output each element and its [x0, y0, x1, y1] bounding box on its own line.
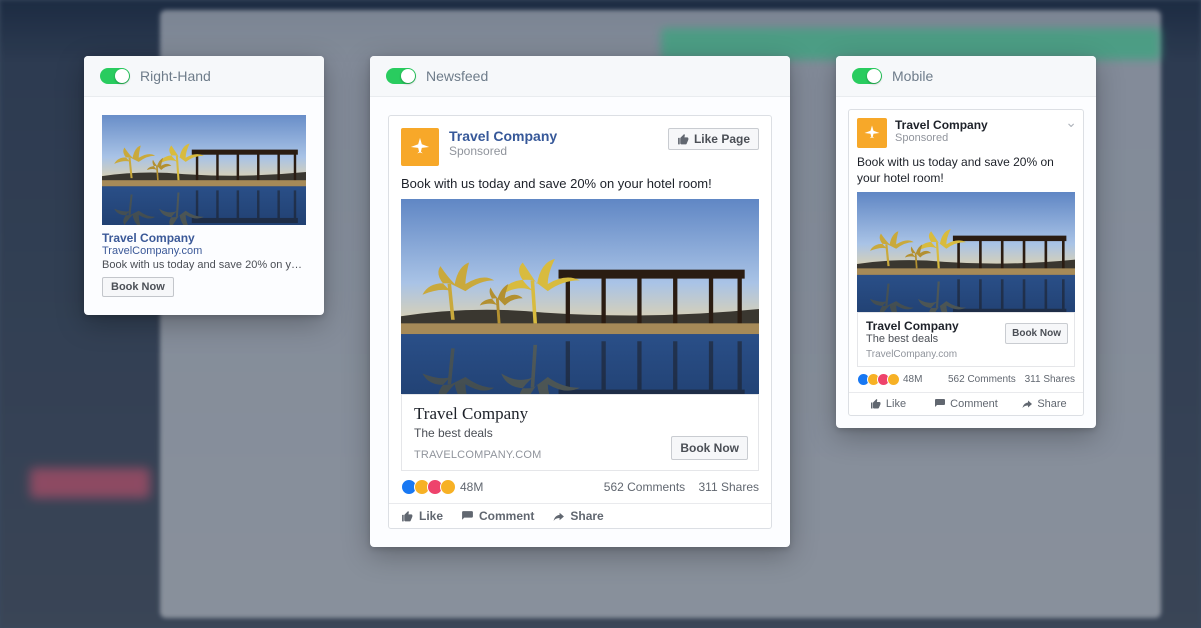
share-icon	[1021, 398, 1033, 410]
mobile-ad-card: Travel Company Sponsored ⌄ Book with us …	[848, 109, 1084, 416]
ad-image[interactable]	[857, 192, 1075, 312]
toggle-mobile[interactable]	[852, 68, 882, 84]
page-avatar[interactable]	[857, 118, 887, 148]
post-menu-button[interactable]: ⌄	[1065, 114, 1077, 131]
like-page-button[interactable]: Like Page	[668, 128, 759, 150]
plane-icon	[409, 136, 431, 158]
like-label: Like	[419, 509, 443, 523]
panel-title: Newsfeed	[426, 68, 488, 84]
reactions-icons[interactable]	[401, 479, 456, 495]
toggle-right-hand[interactable]	[100, 68, 130, 84]
comment-button[interactable]: Comment	[927, 398, 1005, 410]
engagement-stats: 48M 562 Comments 311 Shares	[849, 367, 1083, 392]
panel-title: Right-Hand	[140, 68, 211, 84]
panel-mobile: Mobile Travel Company Sponsored ⌄ Book w…	[836, 56, 1096, 428]
reactions-count[interactable]: 48M	[460, 480, 483, 494]
action-bar: Like Comment Share	[849, 392, 1083, 415]
thumb-icon	[870, 398, 882, 410]
toggle-newsfeed[interactable]	[386, 68, 416, 84]
comment-icon	[934, 398, 946, 410]
thumb-icon	[401, 510, 414, 523]
rh-ad-card: Travel Company TravelCompany.com Book wi…	[102, 115, 306, 297]
thumb-icon	[677, 133, 690, 146]
link-title: Travel Company	[414, 404, 746, 424]
engagement-stats: 48M 562 Comments 311 Shares	[389, 471, 771, 503]
like-button[interactable]: Like	[849, 398, 927, 410]
share-button[interactable]: Share	[1005, 398, 1083, 410]
ad-text: Book with us today and save 20% on your …	[389, 172, 771, 199]
panel-header: Mobile	[836, 56, 1096, 97]
panel-newsfeed: Newsfeed Travel Company Sponsored Like P…	[370, 56, 790, 547]
page-avatar[interactable]	[401, 128, 439, 166]
shares-count[interactable]: 311 Shares	[699, 480, 760, 494]
page-name[interactable]: Travel Company	[895, 118, 988, 132]
link-preview[interactable]: Travel Company The best deals TRAVELCOMP…	[401, 394, 759, 471]
ad-text: Book with us today and save 20% on your …	[849, 152, 1083, 192]
reactions-icons[interactable]	[857, 373, 900, 386]
like-page-label: Like Page	[694, 132, 750, 146]
sponsored-label: Sponsored	[895, 132, 988, 144]
link-domain: TravelCompany.com	[866, 349, 1066, 360]
ad-domain[interactable]: TravelCompany.com	[102, 245, 306, 257]
cta-button[interactable]: Book Now	[671, 436, 748, 460]
share-icon	[552, 510, 565, 523]
like-button[interactable]: Like	[401, 509, 443, 523]
comment-icon	[461, 510, 474, 523]
plane-icon	[863, 124, 881, 142]
reactions-count[interactable]: 48M	[903, 374, 922, 385]
shares-count[interactable]: 311 Shares	[1025, 374, 1075, 385]
share-label: Share	[570, 509, 603, 523]
panel-title: Mobile	[892, 68, 933, 84]
newsfeed-ad-card: Travel Company Sponsored Like Page Book …	[388, 115, 772, 529]
cta-button[interactable]: Book Now	[102, 277, 174, 297]
share-label: Share	[1037, 398, 1066, 410]
ad-page-name[interactable]: Travel Company	[102, 231, 306, 245]
sponsored-label: Sponsored	[449, 144, 658, 158]
link-preview[interactable]: Travel Company The best deals TravelComp…	[857, 312, 1075, 367]
page-name[interactable]: Travel Company	[449, 128, 658, 144]
cta-button[interactable]: Book Now	[1005, 323, 1068, 344]
comment-label: Comment	[950, 398, 998, 410]
panel-header: Right-Hand	[84, 56, 324, 97]
comments-count[interactable]: 562 Comments	[604, 480, 685, 494]
ad-image[interactable]	[102, 115, 306, 225]
panel-header: Newsfeed	[370, 56, 790, 97]
ad-text: Book with us today and save 20% on your …	[102, 259, 306, 271]
comment-button[interactable]: Comment	[461, 509, 534, 523]
comment-label: Comment	[479, 509, 534, 523]
reaction-wow-icon	[440, 479, 456, 495]
ad-image[interactable]	[401, 199, 759, 394]
panel-right-hand: Right-Hand Travel Company TravelCompany.…	[84, 56, 324, 315]
comments-count[interactable]: 562 Comments	[948, 374, 1016, 385]
reaction-wow-icon	[887, 373, 900, 386]
action-bar: Like Comment Share	[389, 503, 771, 528]
share-button[interactable]: Share	[552, 509, 603, 523]
like-label: Like	[886, 398, 906, 410]
